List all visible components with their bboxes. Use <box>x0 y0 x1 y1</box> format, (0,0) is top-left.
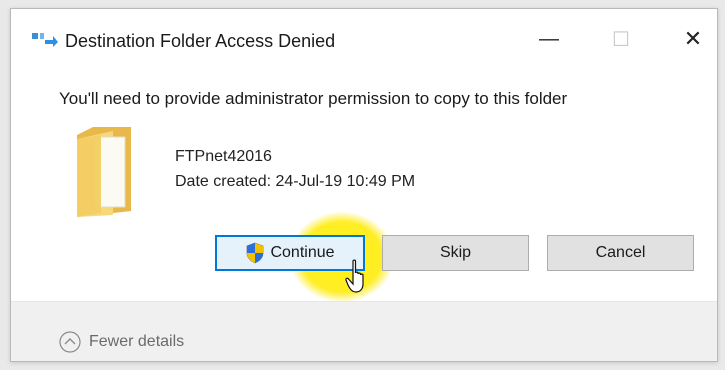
permission-message: You'll need to provide administrator per… <box>59 89 568 108</box>
chevron-up-icon <box>59 331 81 353</box>
move-copy-icon <box>32 33 58 47</box>
continue-button-label: Continue <box>270 244 335 261</box>
cancel-button[interactable]: Cancel <box>547 235 694 271</box>
folder-icon <box>77 127 131 217</box>
skip-button[interactable]: Skip <box>382 235 529 271</box>
fewer-details-label: Fewer details <box>89 333 185 350</box>
dialog-title: Destination Folder Access Denied <box>65 31 336 51</box>
item-date-created: Date created: 24-Jul-19 10:49 PM <box>175 173 416 190</box>
minimize-button[interactable]: — <box>519 19 579 59</box>
close-button[interactable]: ✕ <box>663 19 723 59</box>
title-bar: Destination Folder Access Denied — ☐ ✕ <box>11 9 717 67</box>
continue-button[interactable]: Continue <box>215 235 365 271</box>
fewer-details-toggle[interactable]: Fewer details <box>59 331 184 353</box>
maximize-button[interactable]: ☐ <box>591 19 651 59</box>
uac-shield-icon <box>247 242 264 264</box>
access-denied-dialog: Destination Folder Access Denied — ☐ ✕ Y… <box>10 8 718 362</box>
item-name: FTPnet42016 <box>175 148 272 165</box>
